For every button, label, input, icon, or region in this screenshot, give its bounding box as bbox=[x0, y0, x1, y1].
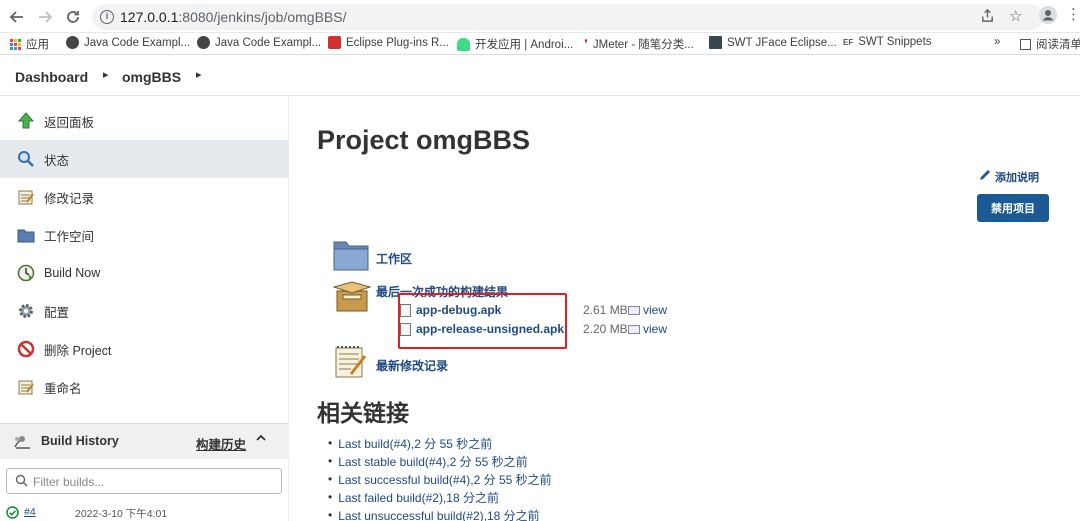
bookmark-swt-snippets[interactable]: EF SWT Snippets bbox=[843, 36, 932, 48]
sidebar-item-status[interactable]: 状态 bbox=[0, 140, 289, 178]
artifact-size: 2.20 MB bbox=[583, 322, 628, 336]
sidebar-item-configure[interactable]: 配置 bbox=[0, 292, 289, 330]
bookmarks-overflow-chevron[interactable]: » bbox=[994, 36, 1000, 48]
sidebar-item-delete-project[interactable]: 删除 Project bbox=[0, 330, 289, 368]
pencil-icon bbox=[978, 168, 992, 185]
gear-icon bbox=[16, 301, 36, 321]
bookmark-swt-jface[interactable]: SWT JFace Eclipse... bbox=[709, 36, 837, 49]
forward-icon[interactable] bbox=[34, 6, 56, 28]
add-description-link[interactable]: 添加说明 bbox=[978, 168, 1039, 185]
sidebar-item-back-to-dashboard[interactable]: 返回面板 bbox=[0, 102, 289, 140]
breadcrumb-job[interactable]: omgBBS bbox=[122, 69, 181, 85]
sidebar-item-workspace[interactable]: 工作空间 bbox=[0, 216, 289, 254]
apps-grid-icon bbox=[10, 38, 21, 50]
search-icon bbox=[16, 149, 36, 169]
filter-builds-input[interactable]: Filter builds... bbox=[6, 468, 282, 494]
sidebar-item-rename[interactable]: 重命名 bbox=[0, 368, 289, 406]
bookmark-star-icon[interactable]: ☆ bbox=[1009, 7, 1022, 25]
jmeter-icon: ❜ bbox=[584, 37, 588, 51]
sidebar-item-changes[interactable]: 修改记录 bbox=[0, 178, 289, 216]
share-icon[interactable] bbox=[980, 8, 995, 27]
eclipse-icon bbox=[328, 36, 341, 49]
notepad-icon bbox=[333, 344, 369, 385]
url-text: 127.0.0.1:8080/jenkins/job/omgBBS/ bbox=[120, 9, 347, 25]
notepad-icon bbox=[16, 187, 36, 207]
build-time: 2022-3-10 下午4:01 bbox=[75, 508, 168, 520]
collapse-chevron-icon[interactable] bbox=[255, 432, 267, 447]
page-title: Project omgBBS bbox=[317, 125, 531, 155]
reload-icon[interactable] bbox=[62, 6, 84, 28]
sidebar: 返回面板 状态 修改记录 工作空间 Build Now 配置 删除 Projec… bbox=[0, 96, 289, 521]
recent-changes-link[interactable]: 最新修改记录 bbox=[376, 357, 448, 374]
artifact-view-link[interactable]: view bbox=[628, 303, 667, 317]
main-panel: Project omgBBS 添加说明 禁用项目 工作区 最后一次成功的构建结果… bbox=[290, 96, 1080, 521]
build-history-trend-link[interactable]: 构建历史 bbox=[196, 434, 246, 453]
disable-project-button[interactable]: 禁用项目 bbox=[977, 194, 1049, 222]
permalinks-list: Last build(#4),2 分 55 秒之前 Last stable bu… bbox=[338, 434, 552, 521]
search-icon bbox=[15, 474, 28, 490]
bookmark-java-code-1[interactable]: Java Code Exampl... bbox=[66, 36, 190, 49]
bookmark-apps[interactable]: 应用 bbox=[10, 36, 49, 52]
clock-play-icon bbox=[16, 263, 36, 283]
build-number-link[interactable]: #4 bbox=[24, 506, 36, 518]
reading-list-icon bbox=[1020, 38, 1031, 50]
site-info-icon[interactable]: i bbox=[100, 10, 114, 24]
swt-icon bbox=[709, 36, 722, 49]
folder-icon bbox=[16, 225, 36, 245]
bookmark-eclipse-plugins[interactable]: Eclipse Plug-ins R... bbox=[328, 36, 449, 49]
permalink-item[interactable]: Last failed build(#2),18 分之前 bbox=[338, 488, 552, 506]
folder-icon bbox=[333, 239, 369, 276]
view-fingerprint-icon bbox=[628, 324, 640, 334]
globe-icon bbox=[66, 36, 79, 49]
address-bar[interactable]: i 127.0.0.1:8080/jenkins/job/omgBBS/ ☆ bbox=[92, 4, 1044, 30]
sidebar-item-build-now[interactable]: Build Now bbox=[0, 254, 289, 292]
browser-toolbar: i 127.0.0.1:8080/jenkins/job/omgBBS/ ☆ ⋮ bbox=[0, 0, 1080, 33]
permalink-item[interactable]: Last stable build(#4),2 分 55 秒之前 bbox=[338, 452, 552, 470]
profile-avatar-icon[interactable] bbox=[1039, 6, 1057, 28]
permalink-item[interactable]: Last successful build(#4),2 分 55 秒之前 bbox=[338, 470, 551, 488]
artifact-size: 2.61 MB bbox=[583, 303, 628, 317]
back-icon[interactable] bbox=[6, 6, 28, 28]
bookmarks-bar: 应用 Java Code Exampl... Java Code Exampl.… bbox=[0, 33, 1080, 55]
globe-icon bbox=[197, 36, 210, 49]
android-icon bbox=[457, 37, 470, 51]
no-entry-icon bbox=[16, 339, 36, 359]
bookmark-android[interactable]: 开发应用 | Androi... bbox=[457, 36, 573, 52]
package-box-icon bbox=[332, 281, 372, 318]
breadcrumb: Dashboard ▸ omgBBS ▸ bbox=[0, 56, 1080, 96]
browser-menu-icon[interactable]: ⋮ bbox=[1066, 5, 1080, 23]
build-history-icon bbox=[14, 434, 30, 452]
permalink-item[interactable]: Last unsuccessful build(#2),18 分之前 bbox=[338, 506, 552, 521]
bookmark-jmeter[interactable]: ❜ JMeter - 随笔分类... bbox=[584, 36, 694, 52]
build-history-header: Build History 构建历史 bbox=[0, 423, 289, 459]
permalink-item[interactable]: Last build(#4),2 分 55 秒之前 bbox=[338, 434, 552, 452]
highlight-annotation-box bbox=[398, 293, 567, 349]
ef-icon: EF bbox=[843, 37, 854, 47]
breadcrumb-dashboard[interactable]: Dashboard bbox=[15, 69, 88, 85]
filter-builds-placeholder: Filter builds... bbox=[33, 475, 105, 489]
view-fingerprint-icon bbox=[628, 305, 640, 315]
artifact-view-link[interactable]: view bbox=[628, 322, 667, 336]
permalinks-title: 相关链接 bbox=[317, 400, 409, 426]
build-history-row[interactable]: #4 2022-3-10 下午4:01 bbox=[0, 503, 289, 521]
up-arrow-icon bbox=[16, 111, 36, 131]
success-check-icon bbox=[6, 506, 19, 521]
notepad-icon bbox=[16, 377, 36, 397]
build-history-title: Build History bbox=[41, 434, 119, 448]
bookmark-java-code-2[interactable]: Java Code Exampl... bbox=[197, 36, 321, 49]
reading-list[interactable]: 阅读清单 bbox=[1020, 36, 1080, 52]
breadcrumb-separator[interactable]: ▸ bbox=[103, 68, 109, 81]
breadcrumb-separator[interactable]: ▸ bbox=[196, 68, 202, 81]
workspace-link[interactable]: 工作区 bbox=[376, 250, 412, 267]
